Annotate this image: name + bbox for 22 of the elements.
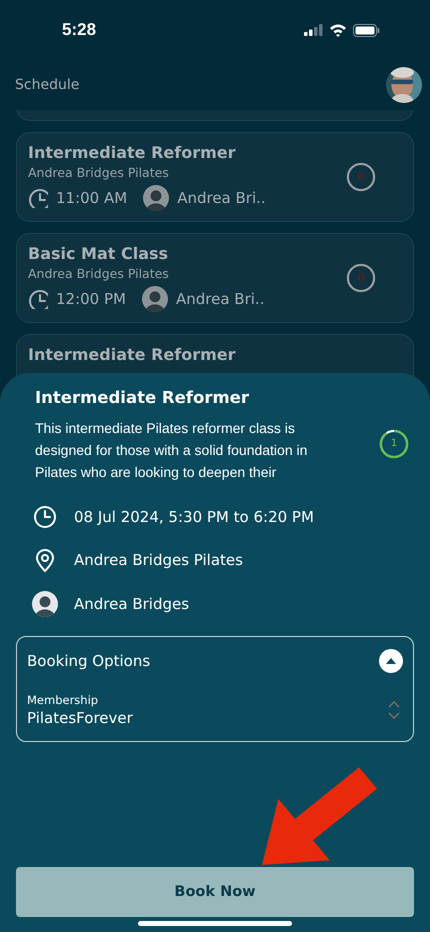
- instructor-name: Andrea Bri..: [177, 189, 266, 207]
- class-title: Basic Mat Class: [28, 244, 170, 263]
- class-description: This intermediate Pilates reformer class is designed for those with a solid foundation in Pilates who are looking to deepen their: [35, 419, 308, 482]
- studio-name: Andrea Bridges Pilates: [28, 165, 170, 180]
- detail-text: Andrea Bridges: [74, 595, 190, 613]
- class-time: 11:00 AM: [56, 189, 128, 207]
- class-title: Intermediate Reformer: [35, 388, 250, 407]
- booked-count: 0: [358, 272, 364, 284]
- section-title: Booking Options: [27, 652, 150, 670]
- status-time: 5:28: [62, 20, 96, 40]
- studio-name: Andrea Bridges Pilates: [28, 266, 170, 281]
- class-title: Intermediate Reformer: [28, 143, 236, 162]
- class-title: Intermediate Reformer: [28, 345, 236, 364]
- booked-count: 1: [390, 438, 398, 449]
- page-title: Schedule: [15, 77, 80, 93]
- field-label: Membership: [27, 693, 100, 707]
- field-value: PilatesForever: [27, 709, 133, 727]
- detail-text: 08 Jul 2024, 5:30 PM to 6:20 PM: [74, 508, 314, 526]
- class-time: 12:00 PM: [56, 290, 126, 308]
- detail-text: Andrea Bridges Pilates: [74, 551, 243, 569]
- booked-count: 0: [358, 172, 364, 182]
- instructor-name: Andrea Bri..: [176, 290, 264, 308]
